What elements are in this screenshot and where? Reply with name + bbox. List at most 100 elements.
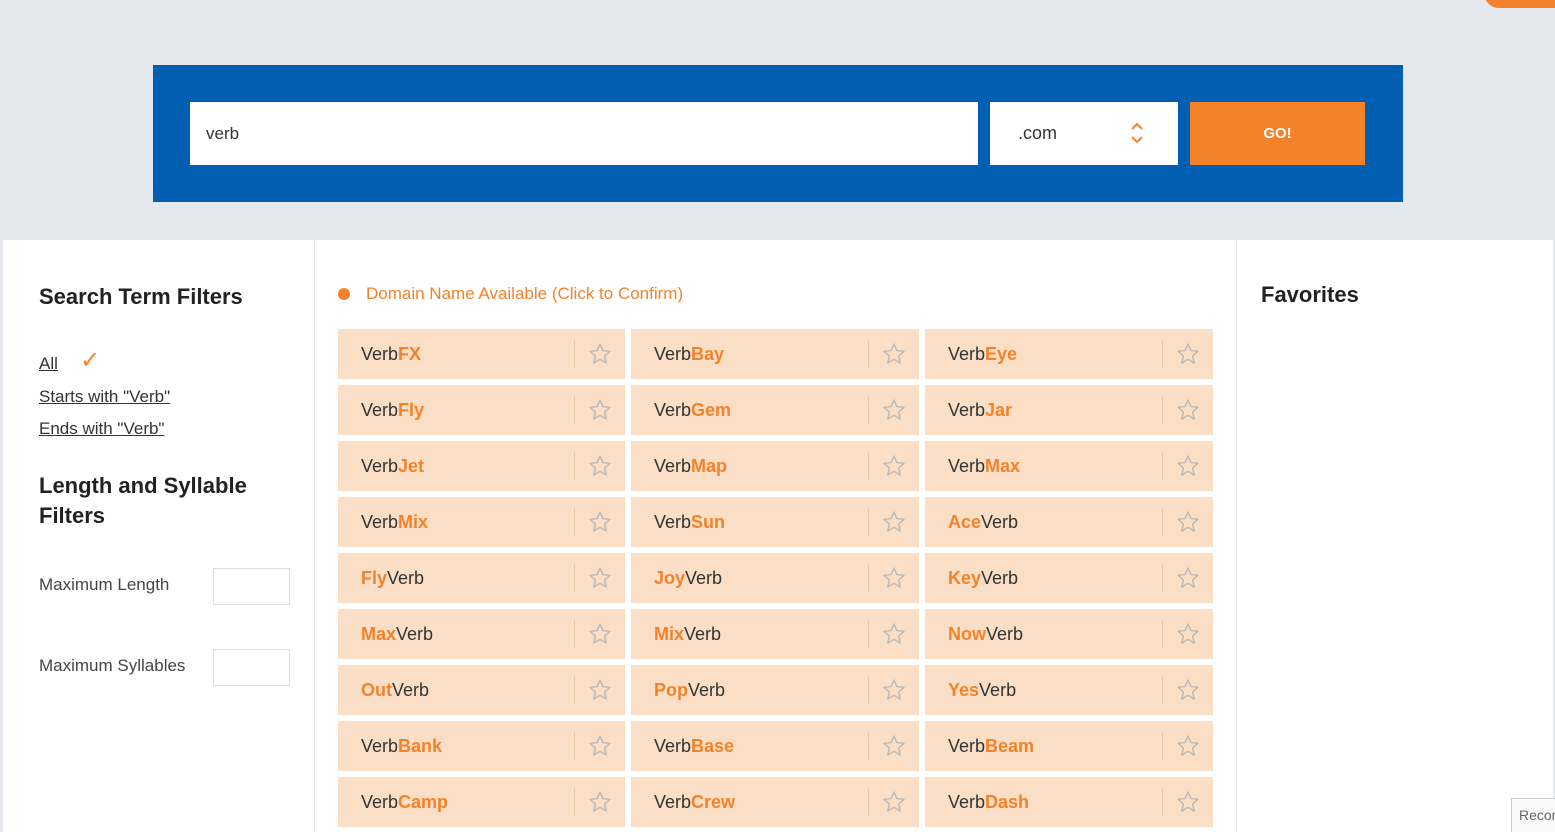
domain-name: AceVerb [948,512,1018,533]
star-outline-icon[interactable] [882,790,906,814]
star-outline-icon[interactable] [588,398,612,422]
domain-suffix: Verb [979,679,1017,700]
star-outline-icon[interactable] [882,398,906,422]
domain-result[interactable]: VerbJar [925,385,1213,435]
max-length-input[interactable] [213,568,290,605]
star-outline-icon[interactable] [1176,454,1200,478]
star-outline-icon[interactable] [882,510,906,534]
star-outline-icon[interactable] [588,678,612,702]
domain-name: VerbJet [361,456,424,477]
domain-result[interactable]: OutVerb [338,665,625,715]
domain-highlight: Base [691,735,735,756]
star-outline-icon[interactable] [1176,510,1200,534]
star-outline-icon[interactable] [882,342,906,366]
filter-ends-with-link[interactable]: Ends with "Verb" [39,419,164,439]
star-outline-icon[interactable] [588,566,612,590]
domain-result[interactable]: VerbCrew [631,777,919,827]
divider [868,508,869,536]
domain-result[interactable]: VerbSun [631,497,919,547]
filter-starts-with-link[interactable]: Starts with "Verb" [39,387,170,407]
star-outline-icon[interactable] [588,622,612,646]
domain-result[interactable]: VerbMap [631,441,919,491]
domain-name: VerbCamp [361,792,448,813]
domain-result[interactable]: FlyVerb [338,553,625,603]
star-outline-icon[interactable] [1176,790,1200,814]
divider [1162,340,1163,368]
star-outline-icon[interactable] [882,734,906,758]
domain-highlight: Out [361,679,392,700]
domain-result[interactable]: JoyVerb [631,553,919,603]
domain-result[interactable]: VerbMix [338,497,625,547]
max-syllables-input[interactable] [213,649,290,686]
domain-name: OutVerb [361,680,429,701]
domain-suffix: Verb [396,623,434,644]
search-input[interactable] [190,102,978,165]
divider [574,396,575,424]
domain-name: YesVerb [948,680,1016,701]
domain-prefix: Verb [361,511,399,532]
legend-text: Domain Name Available (Click to Confirm) [366,284,684,303]
domain-prefix: Verb [948,343,986,364]
domain-result[interactable]: VerbMax [925,441,1213,491]
domain-result[interactable]: PopVerb [631,665,919,715]
star-outline-icon[interactable] [588,454,612,478]
domain-suffix: Verb [684,623,722,644]
domain-highlight: Fly [398,399,425,420]
go-button[interactable]: GO! [1190,102,1365,165]
domain-result[interactable]: VerbJet [338,441,625,491]
domain-suffix: Verb [981,511,1019,532]
star-outline-icon[interactable] [588,790,612,814]
star-outline-icon[interactable] [588,734,612,758]
domain-result[interactable]: VerbDash [925,777,1213,827]
top-right-orange-tab[interactable] [1484,0,1555,8]
filter-all-link[interactable]: All [39,354,58,374]
domain-result[interactable]: VerbFly [338,385,625,435]
domain-result[interactable]: VerbGem [631,385,919,435]
star-outline-icon[interactable] [1176,622,1200,646]
domain-result[interactable]: MixVerb [631,609,919,659]
domain-result[interactable]: VerbCamp [338,777,625,827]
domain-result[interactable]: VerbBase [631,721,919,771]
domain-highlight: Beam [985,735,1035,756]
domain-result[interactable]: MaxVerb [338,609,625,659]
star-outline-icon[interactable] [588,510,612,534]
divider [1162,732,1163,760]
domain-name: VerbMax [948,456,1020,477]
domain-prefix: Verb [654,791,692,812]
domain-result[interactable]: VerbFX [338,329,625,379]
domain-result[interactable]: VerbBeam [925,721,1213,771]
star-outline-icon[interactable] [1176,678,1200,702]
domain-result[interactable]: KeyVerb [925,553,1213,603]
domain-suffix: Verb [688,679,726,700]
domain-name: VerbFly [361,400,424,421]
star-outline-icon[interactable] [882,566,906,590]
domain-result[interactable]: NowVerb [925,609,1213,659]
recorder-widget[interactable]: Recor [1511,798,1555,832]
star-outline-icon[interactable] [588,342,612,366]
domain-prefix: Verb [654,343,692,364]
star-outline-icon[interactable] [1176,342,1200,366]
star-outline-icon[interactable] [1176,566,1200,590]
divider [1162,508,1163,536]
domain-highlight: Eye [985,343,1018,364]
domain-prefix: Verb [948,791,986,812]
domain-highlight: Sun [691,511,726,532]
star-outline-icon[interactable] [882,622,906,646]
star-outline-icon[interactable] [1176,734,1200,758]
star-outline-icon[interactable] [882,454,906,478]
domain-name: MixVerb [654,624,721,645]
domain-suffix: Verb [387,567,425,588]
domain-highlight: Mix [398,511,429,532]
domain-result[interactable]: VerbBank [338,721,625,771]
star-outline-icon[interactable] [882,678,906,702]
domain-result[interactable]: YesVerb [925,665,1213,715]
domain-result[interactable]: VerbEye [925,329,1213,379]
domain-highlight: Dash [985,791,1030,812]
star-outline-icon[interactable] [1176,398,1200,422]
domain-name: VerbSun [654,512,725,533]
length-syllable-filters-heading: Length and Syllable Filters [39,473,247,528]
tld-select[interactable]: .com [990,102,1178,165]
domain-result[interactable]: AceVerb [925,497,1213,547]
domain-result[interactable]: VerbBay [631,329,919,379]
filters-sidebar: Search Term Filters All ✓ Starts with "V… [3,240,315,832]
